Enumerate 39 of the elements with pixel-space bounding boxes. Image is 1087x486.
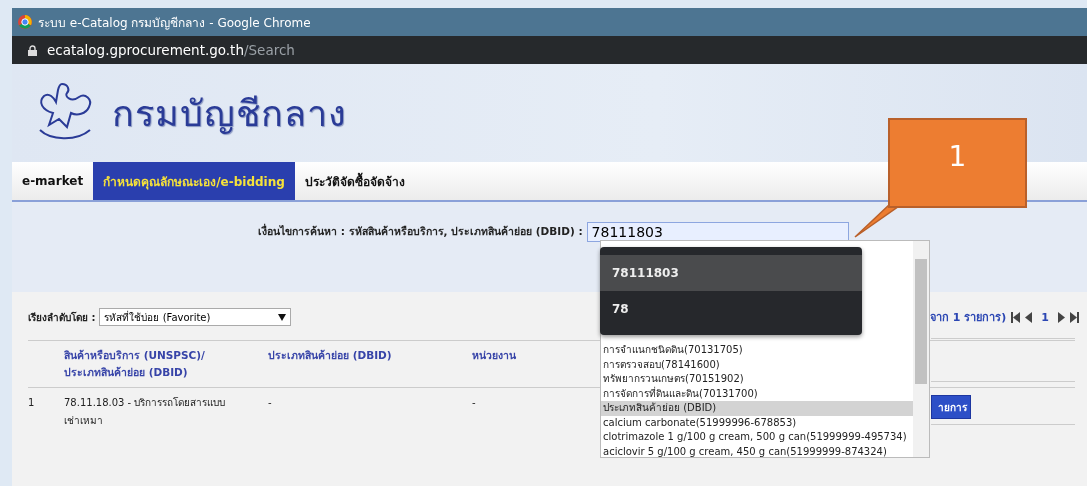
table-cell-text: 78.11.18.03 - บริการรถโดยสารแบบเช่าเหมา xyxy=(64,396,227,428)
previous-page-icon[interactable] xyxy=(1025,311,1033,323)
list-option[interactable]: การตรวจสอบ(78141600) xyxy=(601,357,913,372)
list-option[interactable]: calcium carbonate(51999996-678853) xyxy=(601,415,913,430)
column-header: หน่วยงาน xyxy=(472,348,516,363)
list-option[interactable]: ทรัพยากรวนเกษตร(70151902) xyxy=(601,372,913,387)
nav-tab[interactable]: e-market xyxy=(12,162,94,200)
next-page-icon[interactable] xyxy=(1058,311,1065,323)
sort-dropdown[interactable]: รหัสที่ใช้บ่อย (Favorite) xyxy=(99,308,292,326)
first-page-icon[interactable] xyxy=(1011,311,1021,323)
list-option[interactable]: การจำแนกชนิดดิน(70131705) xyxy=(601,343,913,358)
pagination-summary: จาก 1 รายการ) xyxy=(930,310,1007,326)
list-group-header: ประเภทสินค้าย่อย (DBID) xyxy=(601,401,913,416)
list-button[interactable]: ายการ xyxy=(931,395,971,419)
last-page-icon[interactable] xyxy=(1070,311,1079,323)
chrome-logo-icon xyxy=(18,15,32,29)
list-option[interactable]: clotrimazole 1 g/100 g cream, 500 g can(51999999-495734) xyxy=(601,430,913,445)
nav-tab[interactable]: ประวัติจัดซื้อจัดจ้าง xyxy=(294,162,415,200)
list-option[interactable]: การจัดการที่ดินและดิน(70131700) xyxy=(601,386,913,401)
banner-title: กรมบัญชีกลาง xyxy=(112,91,347,136)
sort-label: เรียงลำดับโดย : xyxy=(28,310,96,325)
autocomplete-option[interactable]: 78 xyxy=(600,291,862,327)
lock-icon xyxy=(28,44,37,56)
column-header: ประเภทสินค้าย่อย (DBID) xyxy=(268,348,392,363)
table-cell-text: - xyxy=(472,396,476,410)
table-cell-text: - xyxy=(268,396,272,410)
column-header: สินค้าหรือบริการ (UNSPSC)/ ประเภทสินค้าย่อย (DBID) xyxy=(64,348,206,380)
window-title: ระบบ e-Catalog กรมบัญชีกลาง - Google Chrome xyxy=(38,14,311,32)
search-field[interactable]: 78111803 xyxy=(586,222,849,242)
autocomplete-option[interactable]: 78111803 xyxy=(600,255,862,291)
dropdown-caret-icon xyxy=(278,313,287,321)
page-number[interactable]: 1 xyxy=(1041,310,1049,324)
url-text[interactable]: ecatalog.gprocurement.go.th/Search xyxy=(47,42,295,58)
callout-label: 1 xyxy=(888,118,1027,208)
row-number: 1 xyxy=(28,396,35,410)
search-label: เงื่อนไขการค้นหา : รหัสสินค้าหรือบริการ, ประเภทสินค้าย่อย (DBID) : xyxy=(258,222,583,239)
scrollbar[interactable] xyxy=(913,241,929,457)
list-option[interactable]: aciclovir 5 g/100 g cream, 450 g can(51999999-874324) xyxy=(601,444,913,459)
nav-tab[interactable]: กำหนดคุณลักษณะเอง/e-bidding xyxy=(93,162,295,200)
